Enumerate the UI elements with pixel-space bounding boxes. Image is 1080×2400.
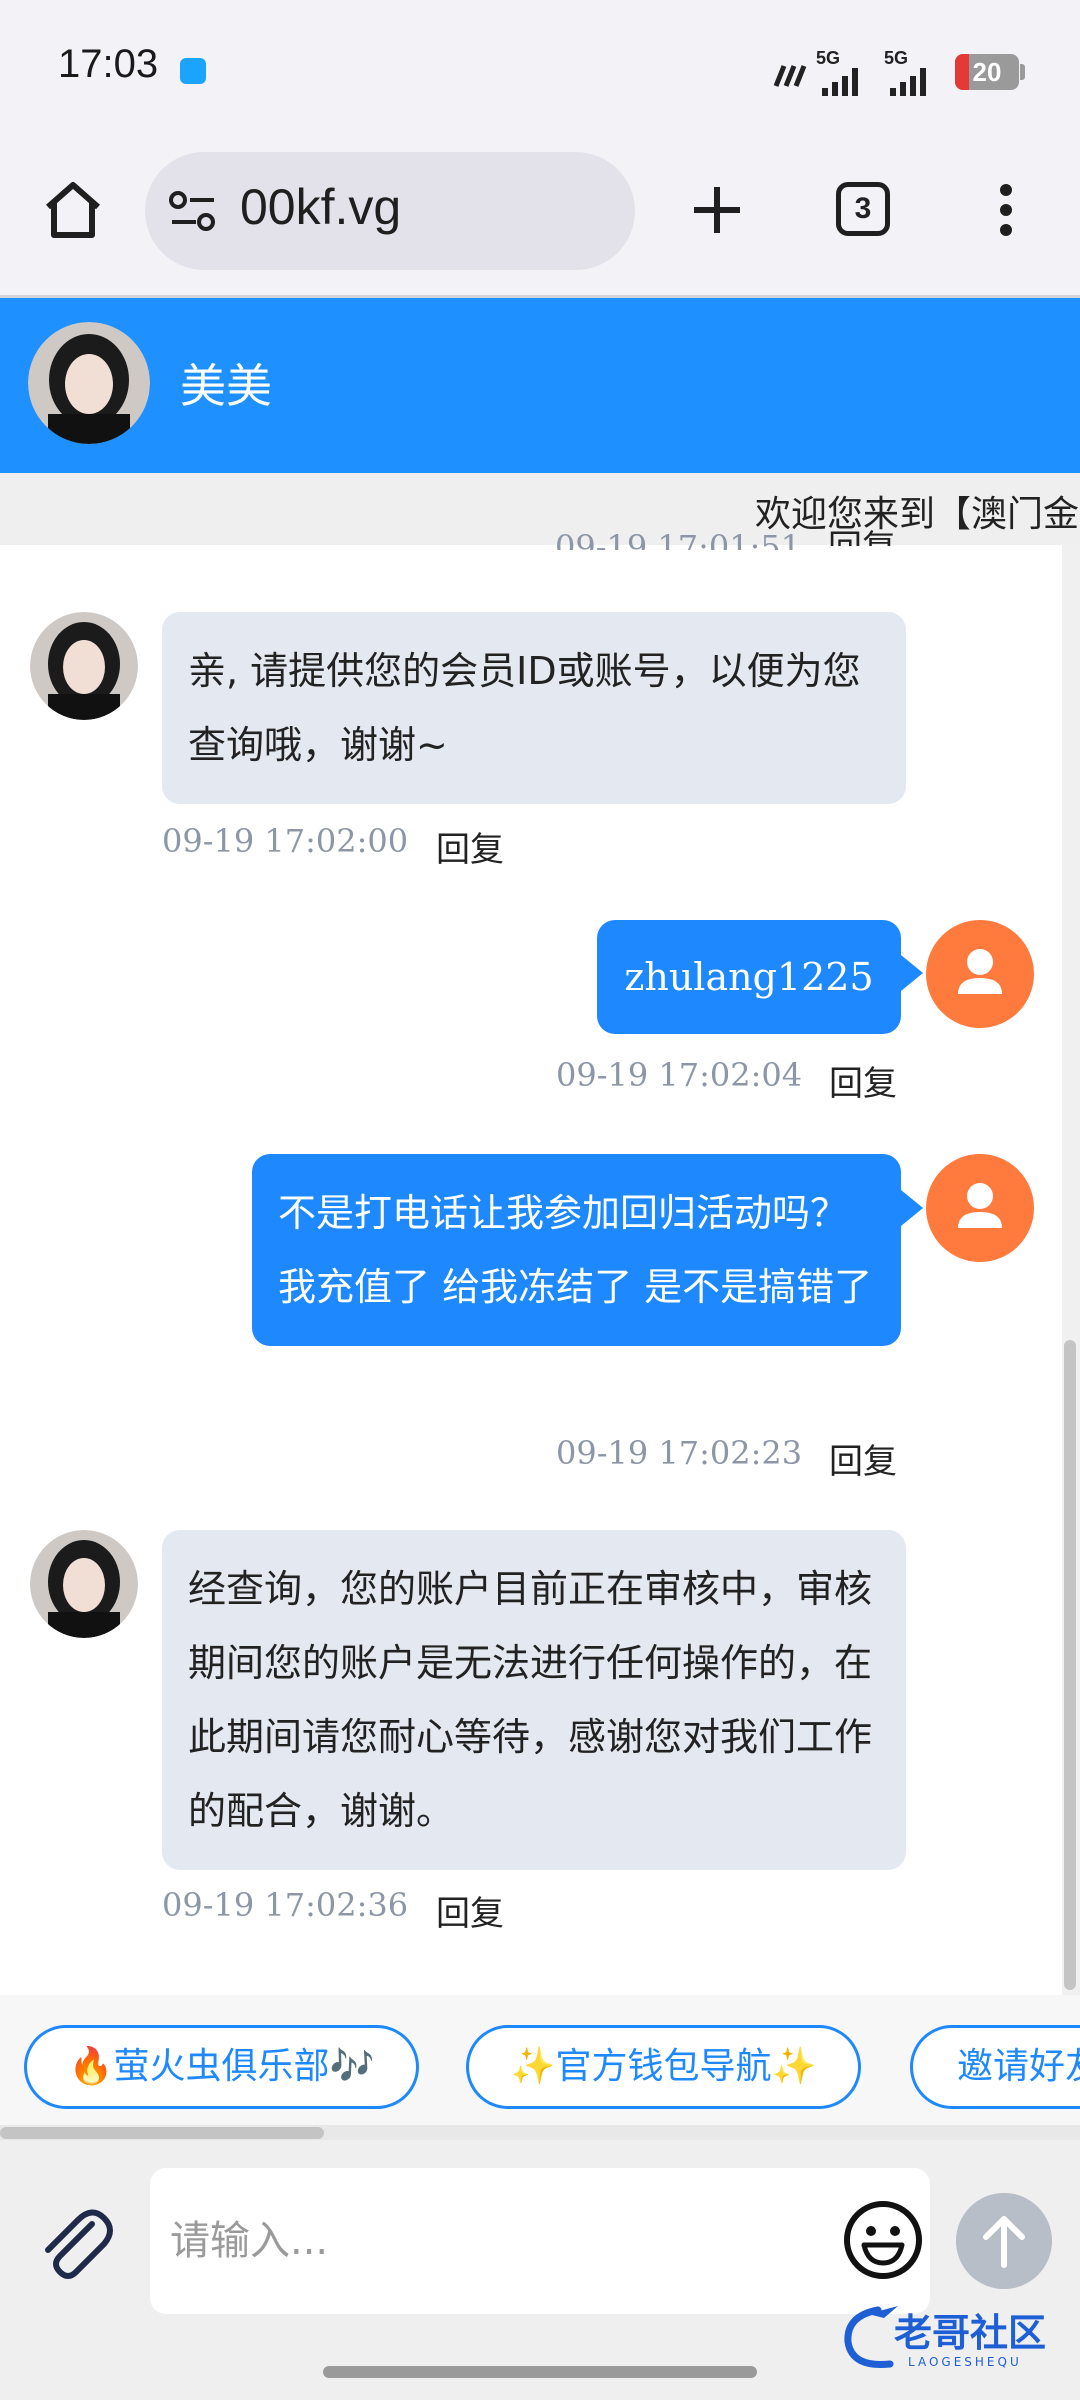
agent-avatar[interactable] <box>30 612 138 720</box>
message-timestamp: 09-19 17:02:00 <box>162 822 409 860</box>
user-message-bubble: zhulang1225 <box>597 920 901 1034</box>
marquee-text: 欢迎您来到【澳门金 <box>755 494 1080 535</box>
agent-avatar[interactable] <box>28 322 150 444</box>
signal-strength-icon <box>884 66 944 96</box>
user-message-bubble: 不是打电话让我参加回归活动吗？我充值了 给我冻结了 是不是搞错了 <box>252 1154 901 1346</box>
notification-app-icon <box>180 58 206 84</box>
battery-cap <box>1020 64 1025 80</box>
site-settings-icon[interactable] <box>168 190 218 232</box>
quick-links-scroll-thumb[interactable] <box>0 2127 324 2139</box>
data-speed-icon <box>773 65 807 87</box>
chat-header <box>0 298 1080 473</box>
reply-button[interactable]: 回复 <box>829 1434 897 1483</box>
reply-button[interactable]: 回复 <box>828 520 896 546</box>
tabs-icon[interactable]: 3 <box>836 182 890 236</box>
quick-link-chip[interactable]: ✨官方钱包导航✨ <box>466 2025 861 2109</box>
home-icon[interactable] <box>38 175 108 245</box>
status-time: 17:03 <box>58 42 159 86</box>
message-timestamp: 09-19 17:02:04 <box>556 1056 803 1094</box>
quick-links-bar: 🔥萤火虫俱乐部🎶 ✨官方钱包导航✨ 邀请好友 <box>0 1995 1080 2125</box>
plus-icon[interactable] <box>682 175 752 245</box>
reply-button[interactable]: 回复 <box>436 822 504 871</box>
quick-link-chip[interactable]: 🔥萤火虫俱乐部🎶 <box>24 2025 419 2109</box>
home-indicator[interactable] <box>323 2366 757 2378</box>
agent-avatar[interactable] <box>30 1530 138 1638</box>
emoji-icon[interactable] <box>838 2195 928 2285</box>
watermark-text: 老哥社区 <box>894 2311 1046 2355</box>
bubble-tail <box>901 1190 923 1226</box>
agent-name: 美美 <box>180 359 272 413</box>
cutoff-timestamp: 09-19 17:01:51 <box>555 528 802 550</box>
quick-link-chip[interactable]: 邀请好友 <box>910 2025 1080 2109</box>
user-avatar-icon[interactable] <box>926 1154 1034 1262</box>
watermark-subtext: LAOGESHEQU <box>908 2355 1022 2369</box>
reply-button[interactable]: 回复 <box>436 1886 504 1935</box>
battery-level: 20 <box>972 57 1002 87</box>
battery-icon: 20 <box>955 54 1019 90</box>
message-timestamp: 09-19 17:02:36 <box>162 1886 409 1924</box>
reply-button[interactable]: 回复 <box>829 1056 897 1105</box>
signal-strength-icon <box>816 66 866 96</box>
scrollbar-thumb[interactable] <box>1064 1340 1076 1990</box>
message-timestamp: 09-19 17:02:23 <box>556 1434 803 1472</box>
user-avatar-icon[interactable] <box>926 920 1034 1028</box>
more-vert-icon[interactable] <box>990 180 1024 240</box>
send-arrow-icon[interactable] <box>956 2193 1052 2289</box>
watermark-logo: 老哥社区 LAOGESHEQU <box>844 2306 1046 2369</box>
bubble-tail <box>901 955 923 991</box>
agent-message-bubble: 经查询，您的账户目前正在审核中，审核期间您的账户是无法进行任何操作的，在此期间请… <box>162 1530 906 1870</box>
message-input[interactable] <box>150 2168 930 2314</box>
agent-message-bubble: 亲, 请提供您的会员ID或账号，以便为您查询哦，谢谢~ <box>162 612 906 804</box>
announcement-marquee: 欢迎您来到【澳门金 <box>0 473 1080 545</box>
paperclip-icon[interactable] <box>30 2200 120 2290</box>
url-text[interactable]: 00kf.vg <box>240 178 401 236</box>
